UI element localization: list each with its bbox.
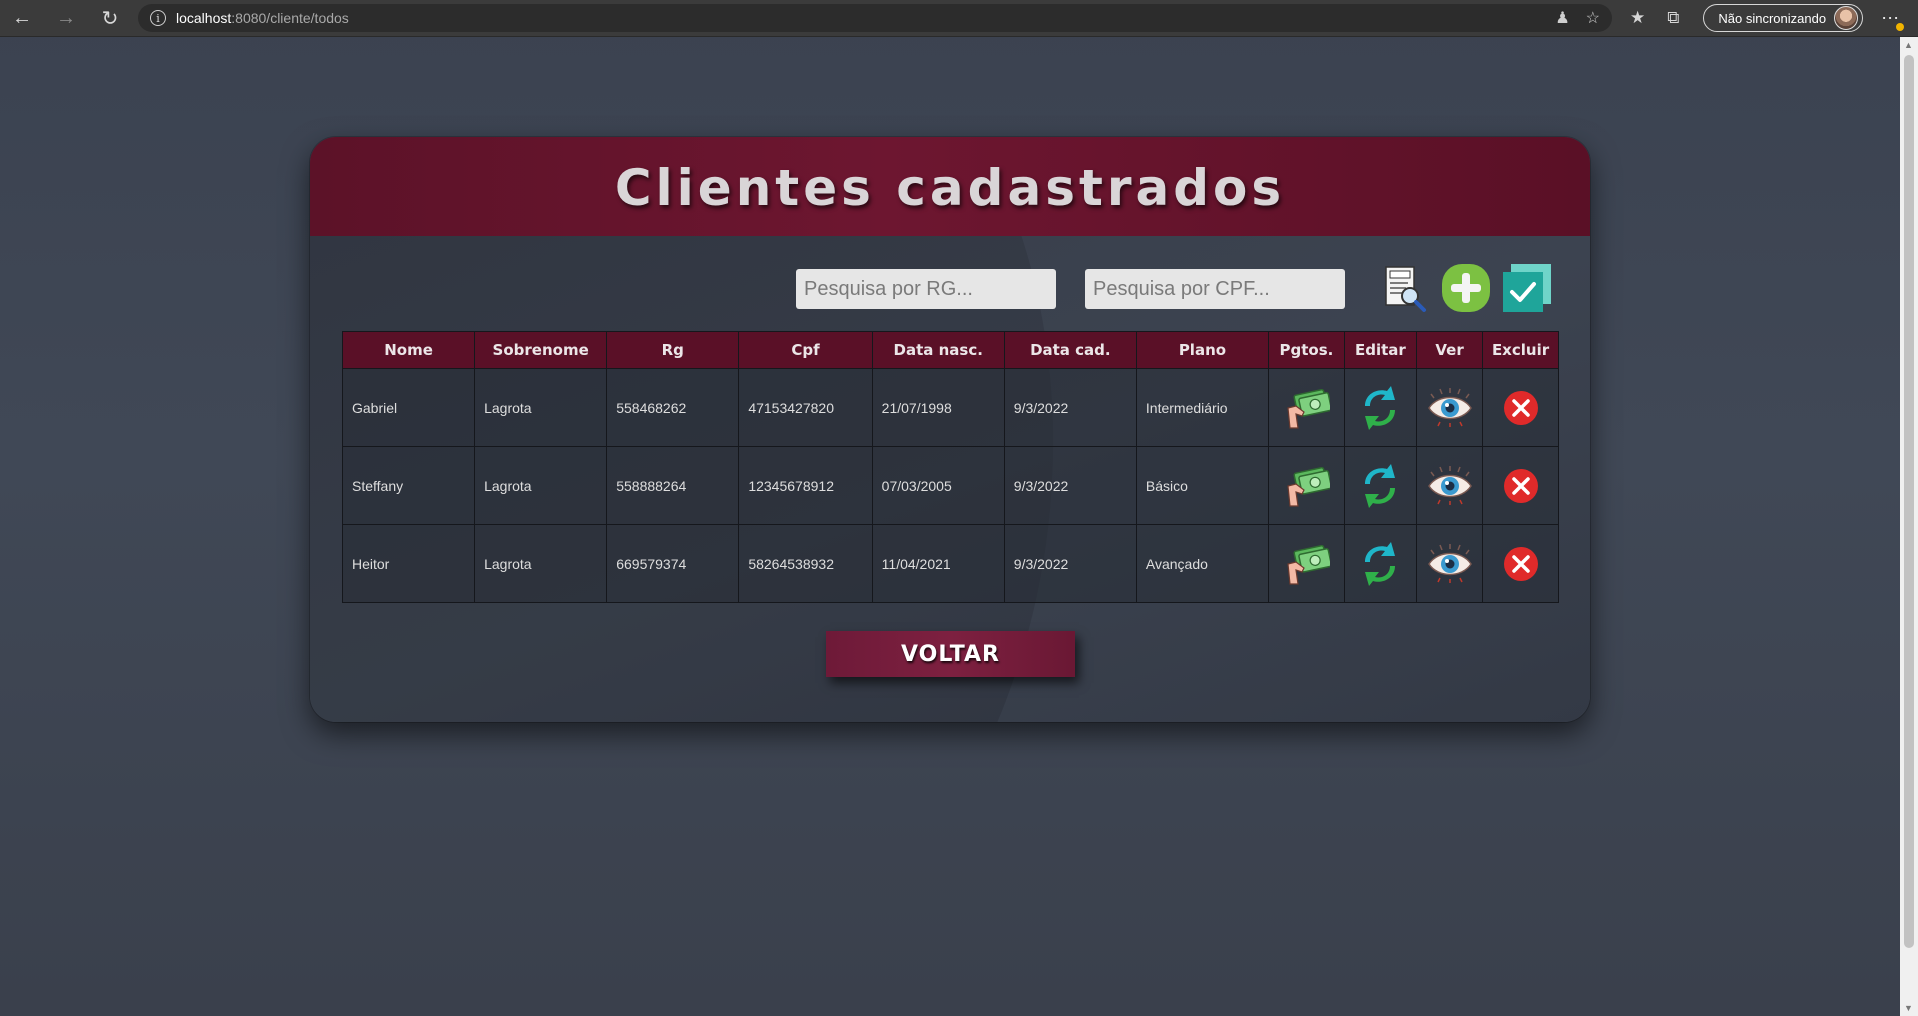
page-scrollbar[interactable]: ▲ ▼ xyxy=(1900,37,1918,1016)
scroll-down-icon[interactable]: ▼ xyxy=(1904,1003,1913,1013)
cell-rg: 558468262 xyxy=(606,368,740,447)
cell-rg: 669579374 xyxy=(606,524,740,603)
table-row: Steffany Lagrota 558888264 12345678912 0… xyxy=(341,446,1559,525)
refresh-edit-icon[interactable] xyxy=(1357,540,1403,588)
read-aloud-icon[interactable]: ♟ xyxy=(1555,8,1569,28)
clients-table: Nome Sobrenome Rg Cpf Data nasc. Data ca… xyxy=(341,331,1559,603)
cell-editar xyxy=(1343,368,1418,447)
forward-arrow-icon[interactable]: → xyxy=(44,0,88,36)
cell-cpf: 58264538932 xyxy=(738,524,873,603)
cell-sobrenome: Lagrota xyxy=(474,368,608,447)
cell-editar xyxy=(1343,524,1418,603)
col-header-excluir: Excluir xyxy=(1482,331,1559,369)
search-cpf-input[interactable] xyxy=(1085,269,1345,309)
col-header-rg: Rg xyxy=(606,331,740,369)
add-client-icon[interactable] xyxy=(1440,262,1492,314)
delete-x-icon[interactable] xyxy=(1501,466,1541,506)
cell-nome: Heitor xyxy=(341,524,476,603)
col-header-sobrenome: Sobrenome xyxy=(474,331,608,369)
search-rg-input[interactable] xyxy=(796,269,1056,309)
collections-icon[interactable]: ⧉ xyxy=(1667,8,1679,28)
url-host: localhost xyxy=(176,10,232,26)
cell-excluir xyxy=(1482,446,1559,525)
cell-data-nasc: 21/07/1998 xyxy=(871,368,1005,447)
money-hand-icon[interactable] xyxy=(1282,540,1331,588)
cell-excluir xyxy=(1482,524,1559,603)
site-info-icon[interactable]: i xyxy=(150,10,166,26)
col-header-data-nasc: Data nasc. xyxy=(871,331,1005,369)
cell-pgtos xyxy=(1268,524,1345,603)
cell-data-cad: 9/3/2022 xyxy=(1003,368,1137,447)
delete-x-icon[interactable] xyxy=(1501,388,1541,428)
cell-data-nasc: 11/04/2021 xyxy=(871,524,1005,603)
cell-editar xyxy=(1343,446,1418,525)
clients-card: Clientes cadastrados Nome Sobrenome Rg C… xyxy=(310,137,1590,722)
col-header-nome: Nome xyxy=(341,331,476,369)
cell-plano: Avançado xyxy=(1135,524,1270,603)
delete-x-icon[interactable] xyxy=(1501,544,1541,584)
cell-pgtos xyxy=(1268,368,1345,447)
col-header-data-cad: Data cad. xyxy=(1003,331,1137,369)
more-options-icon[interactable]: ⋯ xyxy=(1881,8,1905,31)
cell-ver xyxy=(1416,524,1484,603)
money-hand-icon[interactable] xyxy=(1282,384,1331,432)
cell-sobrenome: Lagrota xyxy=(474,524,608,603)
cell-plano: Básico xyxy=(1135,446,1270,525)
money-hand-icon[interactable] xyxy=(1282,462,1331,510)
refresh-edit-icon[interactable] xyxy=(1357,384,1403,432)
browser-toolbar: ← → ↻ i localhost:8080/cliente/todos ♟ ☆… xyxy=(0,0,1918,37)
scroll-up-icon[interactable]: ▲ xyxy=(1904,40,1913,50)
scrollbar-thumb[interactable] xyxy=(1904,55,1914,948)
url-path: :8080/cliente/todos xyxy=(231,10,349,26)
col-header-editar: Editar xyxy=(1343,331,1418,369)
back-arrow-icon[interactable]: ← xyxy=(0,0,44,36)
cell-ver xyxy=(1416,446,1484,525)
cell-excluir xyxy=(1482,368,1559,447)
table-row: Gabriel Lagrota 558468262 47153427820 21… xyxy=(341,368,1559,447)
cell-cpf: 12345678912 xyxy=(738,446,873,525)
address-bar[interactable]: i localhost:8080/cliente/todos ♟ ☆ xyxy=(138,4,1612,32)
col-header-cpf: Cpf xyxy=(738,331,873,369)
table-row: Heitor Lagrota 669579374 58264538932 11/… xyxy=(341,524,1559,603)
col-header-ver: Ver xyxy=(1416,331,1484,369)
favorites-icon[interactable]: ★ xyxy=(1630,8,1645,28)
cell-sobrenome: Lagrota xyxy=(474,446,608,525)
cell-nome: Gabriel xyxy=(341,368,476,447)
report-search-icon[interactable] xyxy=(1378,262,1430,314)
reload-icon[interactable]: ↻ xyxy=(88,0,132,36)
eye-icon[interactable] xyxy=(1426,386,1474,430)
confirm-icon[interactable] xyxy=(1501,262,1553,314)
cell-cpf: 47153427820 xyxy=(738,368,873,447)
sync-profile-button[interactable]: Não sincronizando xyxy=(1703,4,1864,32)
voltar-button[interactable]: VOLTAR xyxy=(826,631,1075,677)
cell-data-cad: 9/3/2022 xyxy=(1003,446,1137,525)
cell-nome: Steffany xyxy=(341,446,476,525)
avatar xyxy=(1834,6,1859,30)
table-header-row: Nome Sobrenome Rg Cpf Data nasc. Data ca… xyxy=(341,331,1559,369)
notification-dot xyxy=(1896,22,1905,31)
cell-data-cad: 9/3/2022 xyxy=(1003,524,1137,603)
cell-plano: Intermediário xyxy=(1135,368,1270,447)
refresh-edit-icon[interactable] xyxy=(1357,462,1403,510)
cell-rg: 558888264 xyxy=(606,446,740,525)
col-header-plano: Plano xyxy=(1135,331,1270,369)
cell-ver xyxy=(1416,368,1484,447)
col-header-pgtos: Pgtos. xyxy=(1268,331,1345,369)
eye-icon[interactable] xyxy=(1426,464,1474,508)
eye-icon[interactable] xyxy=(1426,542,1474,586)
sync-label: Não sincronizando xyxy=(1718,10,1827,26)
cell-pgtos xyxy=(1268,446,1345,525)
page-title: Clientes cadastrados xyxy=(614,159,1286,217)
cell-data-nasc: 07/03/2005 xyxy=(871,446,1005,525)
favorite-add-icon[interactable]: ☆ xyxy=(1586,8,1600,28)
